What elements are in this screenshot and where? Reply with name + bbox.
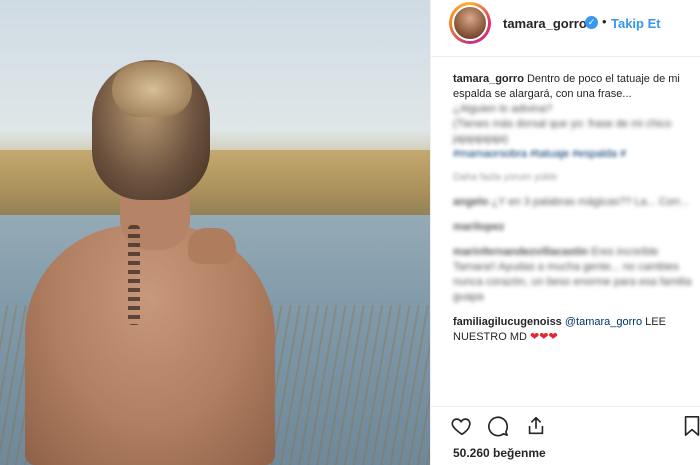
comment-icon[interactable]	[487, 415, 509, 437]
comment-username[interactable]: marilopez	[453, 221, 504, 233]
avatar[interactable]	[452, 5, 488, 41]
likes-count[interactable]: 50.260 beğenme	[453, 446, 546, 460]
comment-item: angelo ¿Y en 3 palabras mágicas?? La... …	[453, 195, 700, 210]
story-ring[interactable]	[449, 2, 491, 44]
comment-hearts: ❤❤❤	[530, 331, 558, 343]
caption-line-partial: (Tienes más dorsal que yo: frase de mi c…	[453, 118, 672, 130]
load-more-comments[interactable]: Daha fazla yorum yükle	[453, 170, 700, 185]
photo-reeds	[0, 150, 430, 220]
comment-item: marilopez	[453, 220, 700, 235]
verified-badge-icon: ✓	[585, 16, 598, 29]
comment-mention[interactable]: @tamara_gorro	[565, 316, 642, 328]
photo-person-back	[25, 225, 275, 465]
comments-list: tamara_gorro Dentro de poco el tatuaje d…	[453, 72, 700, 355]
bookmark-icon[interactable]	[681, 415, 700, 437]
caption: tamara_gorro Dentro de poco el tatuaje d…	[453, 72, 700, 185]
photo-person-bun	[112, 62, 192, 117]
photo-tattoo	[128, 225, 140, 325]
photo-person-hand	[188, 228, 236, 264]
caption-line-blurred-2: jajajajajaja)	[453, 133, 509, 145]
comment-text: ¿Y en 3 palabras mágicas?? La... Corr...	[491, 196, 689, 208]
header-username[interactable]: tamara_gorro	[503, 16, 587, 31]
share-icon[interactable]	[525, 415, 547, 437]
comment-username[interactable]: marinfernandezvillacastin	[453, 246, 588, 258]
caption-username[interactable]: tamara_gorro	[453, 73, 524, 85]
post-side-panel: tamara_gorro ✓ • Takip Et tamara_gorro D…	[430, 0, 700, 465]
caption-hashtags[interactable]: #mamaorsobra #tatuaje #espalda #	[453, 148, 626, 160]
separator-dot: •	[602, 14, 607, 29]
comment-username[interactable]: familiagilucugenoiss	[453, 316, 562, 328]
action-bar	[431, 406, 700, 443]
comment-item: marinfernandezvillacastin Eres increíble…	[453, 245, 700, 305]
heart-icon[interactable]	[451, 415, 473, 437]
comment-item: familiagilucugenoiss @tamara_gorro LEE N…	[453, 315, 700, 345]
follow-button[interactable]: Takip Et	[611, 16, 661, 31]
post-photo[interactable]	[0, 0, 430, 465]
comment-username[interactable]: angelo	[453, 196, 488, 208]
post-header: tamara_gorro ✓ • Takip Et	[431, 0, 700, 57]
caption-line-blurred: ¿Alguien lo adivina?	[453, 103, 553, 115]
